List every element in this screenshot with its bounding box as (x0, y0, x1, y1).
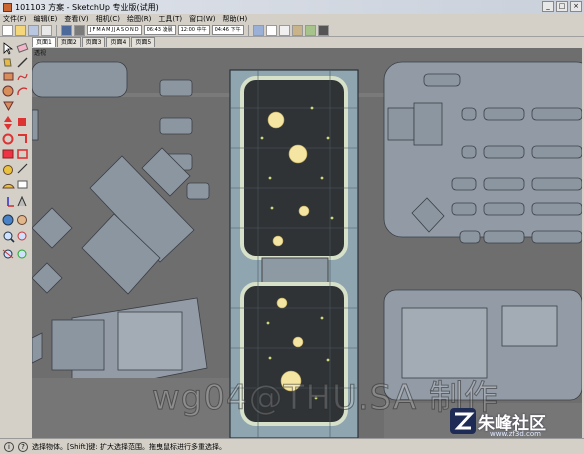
select-tool-icon[interactable] (3, 42, 14, 55)
tool-palette (0, 40, 31, 438)
shadow-toggle-icon[interactable] (74, 24, 85, 36)
tab-page-5[interactable]: 页面5 (131, 37, 156, 47)
house-icon[interactable] (28, 24, 39, 36)
month-slider[interactable]: J F M A M J J A S O N D (87, 25, 142, 35)
tab-page-4[interactable]: 页面4 (106, 37, 131, 47)
arc-tool-icon[interactable] (17, 87, 28, 96)
menu-draw[interactable]: 绘图(R) (127, 14, 151, 24)
month-jan[interactable]: J (90, 27, 91, 33)
dimension-tool-icon[interactable] (17, 163, 28, 174)
window-title: 101103 方案 - SketchUp 专业版(试用) (15, 2, 159, 12)
rectangle-tool-icon[interactable] (3, 72, 14, 81)
month-aug[interactable]: A (116, 27, 119, 33)
author-watermark: wg04@THU.SA 制作 (152, 378, 499, 419)
zf-logo-icon (450, 408, 476, 434)
tab-page-3[interactable]: 页面3 (81, 37, 106, 47)
line-tool-icon[interactable] (17, 57, 28, 68)
hidden-line-cube-icon[interactable] (278, 24, 290, 36)
menu-file[interactable]: 文件(F) (3, 14, 27, 24)
status-text: 选择物体。[Shift]键: 扩大选择范围。拖曳鼠标进行多重选择。 (32, 442, 226, 451)
axes-tool-icon[interactable] (7, 197, 14, 207)
previous-view-icon[interactable] (17, 249, 27, 259)
time-start-label: 06:43 凌晨 (143, 25, 176, 35)
tape-measure-icon[interactable] (3, 165, 13, 175)
xray-cube-icon[interactable] (252, 24, 264, 36)
roof-icon[interactable] (41, 24, 52, 36)
viewport-camera-label: 透视 (34, 50, 47, 57)
time-mid-label[interactable]: 12:00 中午 (177, 25, 210, 35)
protractor-icon[interactable] (2, 183, 15, 189)
month-apr[interactable]: A (102, 27, 105, 33)
month-dec[interactable]: D (135, 27, 139, 33)
status-bar: i ? 选择物体。[Shift]键: 扩大选择范围。拖曳鼠标进行多重选择。 (0, 438, 584, 454)
monochrome-cube-icon[interactable] (317, 24, 329, 36)
model-viewport[interactable]: 透视 wg04@THU.SA 制作 (32, 48, 582, 438)
main-toolbar: J F M A M J J A S O N D 06:43 凌晨 12:00 中… (0, 24, 584, 37)
menu-bar: 文件(F) 编辑(E) 查看(V) 相机(C) 绘图(R) 工具(T) 窗口(W… (0, 14, 584, 24)
menu-window[interactable]: 窗口(W) (189, 14, 215, 24)
month-nov[interactable]: N (130, 27, 134, 33)
minimize-icon[interactable]: _ (542, 1, 554, 12)
pan-tool-icon[interactable] (17, 215, 27, 225)
orbit-tool-icon[interactable] (2, 214, 14, 226)
info-icon[interactable]: i (4, 441, 14, 452)
zoom-window-icon[interactable] (17, 231, 27, 241)
window-titlebar: 101103 方案 - SketchUp 专业版(试用) _ □ × (0, 0, 584, 14)
toolbar-separator (247, 24, 249, 36)
month-sep[interactable]: S (121, 27, 124, 33)
tab-page-1[interactable]: 页面1 (32, 37, 56, 47)
shadow-settings-icon[interactable] (61, 24, 72, 36)
scene-tabs: 页面1 页面2 页面3 页面4 页面5 (32, 37, 156, 47)
3d-text-icon[interactable] (17, 195, 27, 207)
month-may[interactable]: M (106, 27, 110, 33)
menu-edit[interactable]: 编辑(E) (34, 14, 58, 24)
month-jun[interactable]: J (111, 27, 112, 33)
menu-help[interactable]: 帮助(H) (222, 14, 247, 24)
scale-tool-icon[interactable] (2, 149, 14, 159)
follow-me-icon[interactable] (18, 134, 27, 143)
offset-tool-icon[interactable] (17, 149, 28, 159)
help-icon[interactable]: ? (18, 441, 28, 452)
month-jul[interactable]: J (114, 27, 115, 33)
window-controls: _ □ × (542, 1, 582, 12)
wireframe-cube-icon[interactable] (265, 24, 277, 36)
zoom-extents-icon[interactable] (2, 249, 14, 259)
circle-tool-icon[interactable] (2, 85, 14, 97)
freehand-tool-icon[interactable] (17, 73, 28, 81)
sketchup-app-icon (3, 2, 12, 12)
zoom-tool-icon[interactable] (3, 231, 15, 243)
maximize-icon[interactable]: □ (556, 1, 568, 12)
time-end-label: 04:46 下午 (211, 25, 244, 35)
rotate-tool-icon[interactable] (2, 133, 14, 145)
logo-url: www.zf3d.com (490, 430, 541, 438)
tool-palette-icons (2, 42, 29, 259)
month-mar[interactable]: M (96, 27, 100, 33)
text-tool-icon[interactable] (17, 180, 28, 189)
toolbar-separator (56, 24, 57, 36)
eraser-tool-icon[interactable] (16, 42, 29, 53)
open-folder-icon[interactable] (15, 24, 26, 36)
tab-page-2[interactable]: 页面2 (56, 37, 81, 47)
menu-tools[interactable]: 工具(T) (158, 14, 182, 24)
new-file-icon[interactable] (2, 24, 13, 36)
menu-view[interactable]: 查看(V) (64, 14, 88, 24)
month-oct[interactable]: O (125, 27, 129, 33)
move-tool-icon[interactable] (4, 116, 12, 130)
close-icon[interactable]: × (570, 1, 582, 12)
shaded-cube-icon[interactable] (291, 24, 303, 36)
pushpull-tool-icon[interactable] (18, 118, 26, 126)
menu-camera[interactable]: 相机(C) (96, 14, 120, 24)
polygon-tool-icon[interactable] (3, 101, 14, 112)
month-feb[interactable]: F (92, 27, 95, 33)
textured-cube-icon[interactable] (304, 24, 316, 36)
paint-bucket-icon[interactable] (3, 58, 12, 67)
